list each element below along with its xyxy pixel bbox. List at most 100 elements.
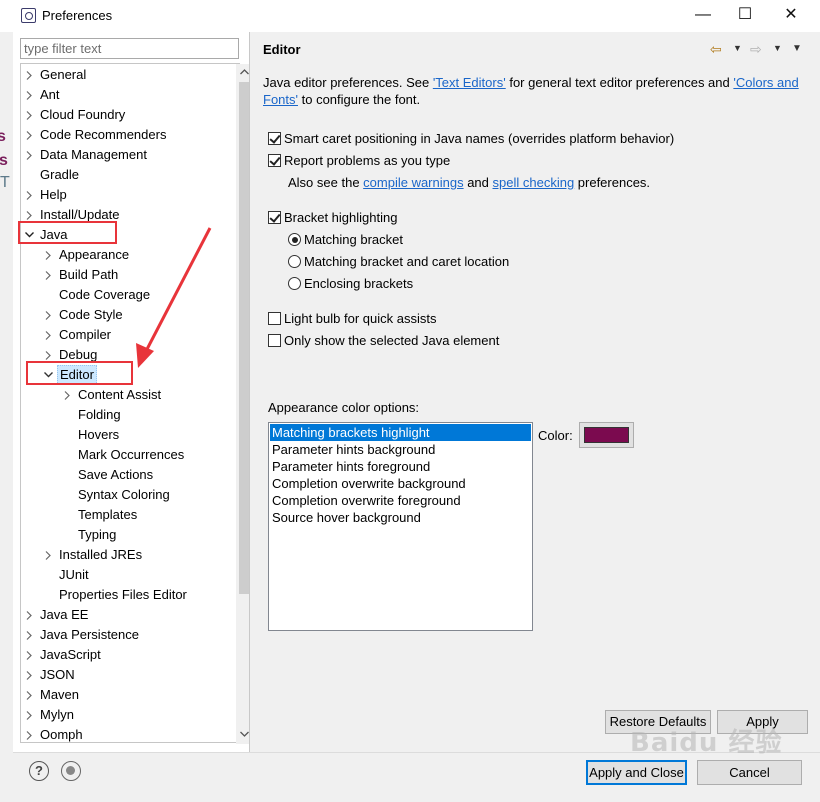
radio-label: Enclosing brackets bbox=[304, 276, 414, 291]
checkbox-label: Smart caret positioning in Java names (o… bbox=[284, 131, 675, 146]
tree-item-mylyn[interactable]: Mylyn bbox=[21, 705, 236, 725]
tree-item-appearance[interactable]: Appearance bbox=[21, 245, 236, 265]
tree-item-javascript[interactable]: JavaScript bbox=[21, 645, 236, 665]
tree-item-label: Properties Files Editor bbox=[59, 587, 187, 602]
chevron-right-icon[interactable] bbox=[24, 185, 34, 205]
minimize-button[interactable]: — bbox=[680, 0, 726, 32]
chevron-right-icon[interactable] bbox=[24, 125, 34, 145]
tree-item-label: Templates bbox=[78, 507, 138, 522]
checkbox-box[interactable] bbox=[268, 334, 281, 347]
tree-item-installed-jres[interactable]: Installed JREs bbox=[21, 545, 236, 565]
tree-item-templates[interactable]: Templates bbox=[21, 505, 236, 525]
tree-item-junit[interactable]: JUnit bbox=[21, 565, 236, 585]
tree-item-syntax-coloring[interactable]: Syntax Coloring bbox=[21, 485, 236, 505]
color-list-item[interactable]: Parameter hints foreground bbox=[270, 458, 531, 475]
chevron-right-icon[interactable] bbox=[24, 85, 34, 105]
background-glyph: s bbox=[0, 128, 6, 145]
tree-item-json[interactable]: JSON bbox=[21, 665, 236, 685]
chevron-right-icon[interactable] bbox=[43, 325, 53, 345]
chevron-right-icon[interactable] bbox=[43, 545, 53, 565]
filter-input[interactable] bbox=[20, 38, 239, 59]
radio-button[interactable] bbox=[288, 277, 301, 290]
tree-item-java-ee[interactable]: Java EE bbox=[21, 605, 236, 625]
chevron-right-icon[interactable] bbox=[24, 65, 34, 85]
checkbox-box[interactable] bbox=[268, 211, 281, 224]
tree-item-oomph[interactable]: Oomph bbox=[21, 725, 236, 742]
chevron-right-icon[interactable] bbox=[43, 305, 53, 325]
maximize-button[interactable]: ☐ bbox=[722, 0, 768, 32]
appearance-color-list[interactable]: Matching brackets highlight Parameter hi… bbox=[268, 422, 533, 631]
tree-item-general[interactable]: General bbox=[21, 65, 236, 85]
tree-item-save-actions[interactable]: Save Actions bbox=[21, 465, 236, 485]
chevron-right-icon[interactable] bbox=[24, 205, 34, 225]
color-list-item[interactable]: Source hover background bbox=[270, 509, 531, 526]
color-list-item[interactable]: Matching brackets highlight bbox=[270, 424, 531, 441]
tree-item-editor[interactable]: Editor bbox=[21, 365, 236, 385]
tree-item-debug[interactable]: Debug bbox=[21, 345, 236, 365]
chevron-right-icon[interactable] bbox=[43, 345, 53, 365]
tree-item-java-persistence[interactable]: Java Persistence bbox=[21, 625, 236, 645]
chevron-right-icon[interactable] bbox=[62, 385, 72, 405]
spell-checking-link[interactable]: spell checking bbox=[493, 175, 575, 190]
chevron-right-icon[interactable] bbox=[24, 705, 34, 725]
forward-dropdown-icon[interactable]: ▼ bbox=[773, 43, 782, 53]
tree-item-ant[interactable]: Ant bbox=[21, 85, 236, 105]
tree-item-mark-occurrences[interactable]: Mark Occurrences bbox=[21, 445, 236, 465]
color-list-item[interactable]: Completion overwrite foreground bbox=[270, 492, 531, 509]
back-arrow-icon[interactable]: ⇦ bbox=[710, 41, 722, 58]
text-editors-link[interactable]: 'Text Editors' bbox=[433, 75, 506, 90]
tree-item-install-update[interactable]: Install/Update bbox=[21, 205, 236, 225]
chevron-right-icon[interactable] bbox=[24, 725, 34, 742]
color-list-item[interactable]: Completion overwrite background bbox=[270, 475, 531, 492]
help-icon[interactable]: ? bbox=[29, 761, 49, 781]
tree-item-code-recommenders[interactable]: Code Recommenders bbox=[21, 125, 236, 145]
apply-and-close-button[interactable]: Apply and Close bbox=[586, 760, 687, 785]
chevron-right-icon[interactable] bbox=[24, 145, 34, 165]
color-list-item[interactable]: Parameter hints background bbox=[270, 441, 531, 458]
tree-item-hovers[interactable]: Hovers bbox=[21, 425, 236, 445]
tree-item-label: Mylyn bbox=[40, 707, 74, 722]
tree-item-data-management[interactable]: Data Management bbox=[21, 145, 236, 165]
tree-item-compiler[interactable]: Compiler bbox=[21, 325, 236, 345]
tree-item-maven[interactable]: Maven bbox=[21, 685, 236, 705]
close-button[interactable]: ✕ bbox=[768, 0, 814, 32]
tree-item-label: Code Coverage bbox=[59, 287, 151, 302]
view-menu-icon[interactable]: ▼ bbox=[792, 43, 802, 54]
record-icon[interactable] bbox=[61, 761, 81, 781]
tree-item-code-coverage[interactable]: Code Coverage bbox=[21, 285, 236, 305]
chevron-right-icon[interactable] bbox=[24, 645, 34, 665]
tree-item-help[interactable]: Help bbox=[21, 185, 236, 205]
chevron-right-icon[interactable] bbox=[24, 665, 34, 685]
preferences-tree-pane: General Ant Cloud Foundry Code Recommenders… bbox=[13, 32, 253, 752]
tree-item-content-assist[interactable]: Content Assist bbox=[21, 385, 236, 405]
tree-item-build-path[interactable]: Build Path bbox=[21, 265, 236, 285]
apply-button[interactable]: Apply bbox=[717, 710, 808, 734]
checkbox-box[interactable] bbox=[268, 312, 281, 325]
cancel-button[interactable]: Cancel bbox=[697, 760, 802, 785]
tree-item-cloud-foundry[interactable]: Cloud Foundry bbox=[21, 105, 236, 125]
radio-label: Matching bracket bbox=[304, 232, 403, 247]
tree-item-typing[interactable]: Typing bbox=[21, 525, 236, 545]
compile-warnings-link[interactable]: compile warnings bbox=[363, 175, 463, 190]
restore-defaults-button[interactable]: Restore Defaults bbox=[605, 710, 711, 734]
tree-item-folding[interactable]: Folding bbox=[21, 405, 236, 425]
chevron-down-icon[interactable] bbox=[24, 225, 34, 245]
chevron-right-icon[interactable] bbox=[24, 625, 34, 645]
tree-item-properties-files-editor[interactable]: Properties Files Editor bbox=[21, 585, 236, 605]
chevron-right-icon[interactable] bbox=[24, 105, 34, 125]
radio-button[interactable] bbox=[288, 233, 301, 246]
tree-item-java[interactable]: Java bbox=[21, 225, 236, 245]
chevron-right-icon[interactable] bbox=[24, 605, 34, 625]
forward-arrow-icon[interactable]: ⇨ bbox=[750, 41, 762, 58]
tree-item-code-style[interactable]: Code Style bbox=[21, 305, 236, 325]
checkbox-box[interactable] bbox=[268, 132, 281, 145]
radio-button[interactable] bbox=[288, 255, 301, 268]
chevron-right-icon[interactable] bbox=[24, 685, 34, 705]
chevron-down-icon[interactable] bbox=[43, 365, 53, 385]
chevron-right-icon[interactable] bbox=[43, 245, 53, 265]
checkbox-box[interactable] bbox=[268, 154, 281, 167]
back-dropdown-icon[interactable]: ▼ bbox=[733, 43, 742, 53]
color-picker-button[interactable] bbox=[579, 422, 634, 448]
tree-item-gradle[interactable]: Gradle bbox=[21, 165, 236, 185]
chevron-right-icon[interactable] bbox=[43, 265, 53, 285]
